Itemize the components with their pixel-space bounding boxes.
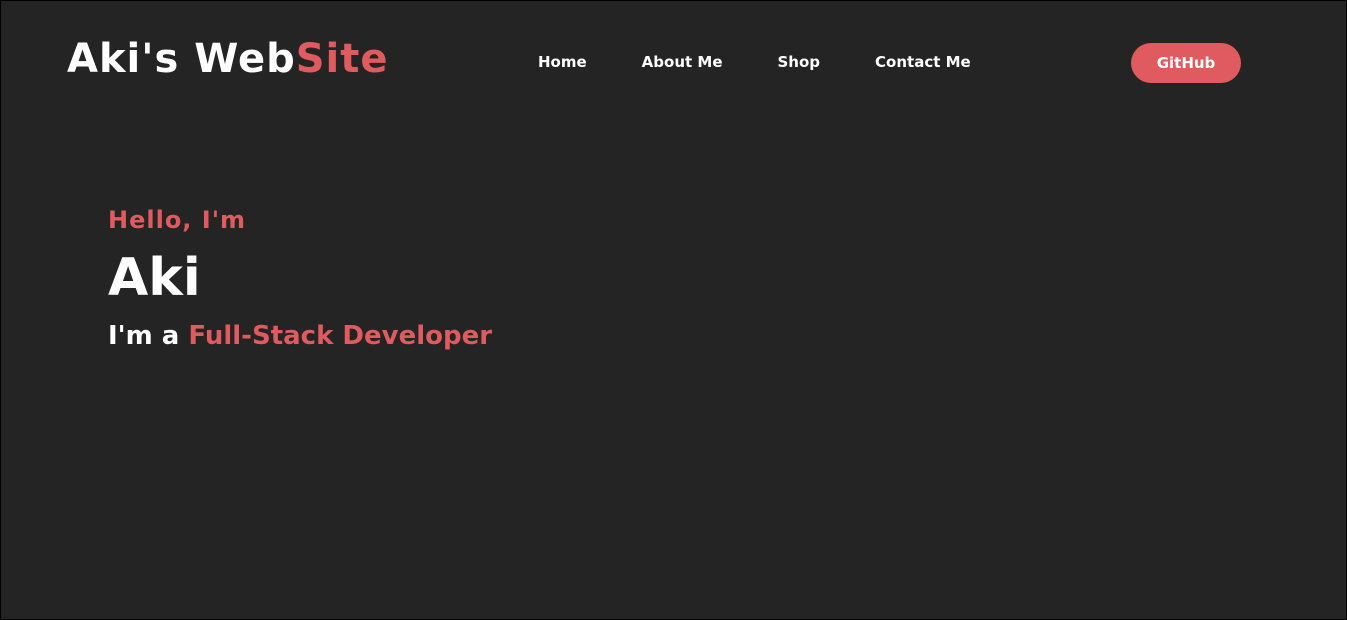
nav-link-about-me[interactable]: About Me <box>642 51 723 73</box>
hero-role: I'm a Full-Stack Developer <box>108 318 492 354</box>
hero-role-prefix: I'm a <box>108 321 189 351</box>
nav-link-shop[interactable]: Shop <box>778 51 821 73</box>
hero-name: Aki <box>108 248 201 308</box>
hero-greeting: Hello, I'm <box>108 206 247 234</box>
nav-link-home[interactable]: Home <box>538 51 587 73</box>
nav-link-contact-me[interactable]: Contact Me <box>875 51 971 73</box>
page: Aki's WebSite Home About Me Shop Contact… <box>1 1 1346 619</box>
hero-section: Hello, I'm Aki I'm a Full-Stack Develope… <box>108 203 492 354</box>
brand-main-text: Aki's Web <box>67 36 296 82</box>
brand-accent-text: Site <box>295 36 389 82</box>
hero-role-accent: Full-Stack Developer <box>188 321 493 351</box>
github-button[interactable]: GitHub <box>1131 43 1241 83</box>
main-nav: Home About Me Shop Contact Me <box>538 51 971 73</box>
site-logo[interactable]: Aki's WebSite <box>67 35 389 83</box>
